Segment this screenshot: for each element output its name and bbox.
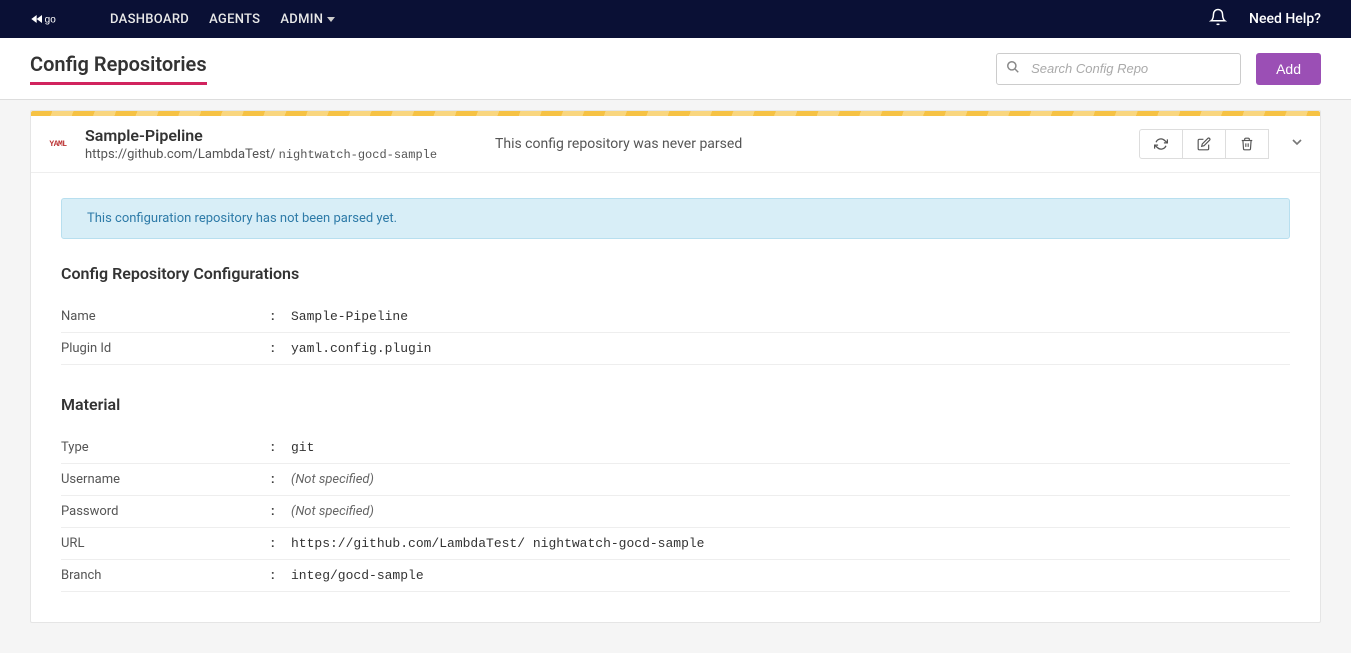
repo-actions [1139, 129, 1305, 159]
content: YAML Sample-Pipeline https://github.com/… [0, 100, 1351, 653]
repo-header: YAML Sample-Pipeline https://github.com/… [31, 116, 1320, 173]
nav-links: DASHBOARD AGENTS ADMIN [110, 12, 1209, 27]
repo-parse-status: This config repository was never parsed [495, 136, 1124, 152]
kv-value: Sample-Pipeline [291, 309, 1290, 324]
navbar: go DASHBOARD AGENTS ADMIN Need Help? [0, 0, 1351, 38]
gocd-logo[interactable]: go [30, 9, 70, 29]
svg-text:go: go [45, 14, 57, 25]
material-section-title: Material [61, 395, 1290, 414]
config-row-name: Name : Sample-Pipeline [61, 301, 1290, 333]
refresh-button[interactable] [1139, 129, 1183, 159]
material-row-password: Password : (Not specified) [61, 496, 1290, 528]
config-table: Name : Sample-Pipeline Plugin Id : yaml.… [61, 301, 1290, 365]
kv-value: integ/gocd-sample [291, 568, 1290, 583]
kv-value: git [291, 440, 1290, 455]
info-banner: This configuration repository has not be… [61, 198, 1290, 239]
page-header: Config Repositories Add [0, 38, 1351, 100]
collapse-button[interactable] [1289, 134, 1305, 154]
refresh-icon [1154, 137, 1168, 151]
edit-icon [1197, 137, 1211, 151]
repo-meta: Sample-Pipeline https://github.com/Lambd… [85, 126, 480, 162]
nav-right: Need Help? [1209, 8, 1321, 30]
nav-dashboard[interactable]: DASHBOARD [110, 12, 189, 27]
nav-agents[interactable]: AGENTS [209, 12, 260, 27]
repo-body: This configuration repository has not be… [31, 173, 1320, 622]
search-icon [1006, 60, 1020, 78]
header-actions: Add [996, 53, 1321, 85]
chevron-down-icon [1289, 134, 1305, 150]
kv-value: yaml.config.plugin [291, 341, 1290, 356]
edit-button[interactable] [1182, 129, 1226, 159]
repo-card: YAML Sample-Pipeline https://github.com/… [30, 110, 1321, 623]
kv-key: Password [61, 504, 271, 519]
kv-key: Branch [61, 568, 271, 583]
delete-button[interactable] [1225, 129, 1269, 159]
caret-down-icon [327, 15, 335, 23]
kv-key: Name [61, 309, 271, 324]
config-section-title: Config Repository Configurations [61, 264, 1290, 283]
config-row-plugin: Plugin Id : yaml.config.plugin [61, 333, 1290, 365]
kv-key: Username [61, 472, 271, 487]
material-row-url: URL : https://github.com/LambdaTest/ nig… [61, 528, 1290, 560]
kv-value: (Not specified) [291, 472, 1290, 487]
kv-value: https://github.com/LambdaTest/ nightwatc… [291, 536, 1290, 551]
repo-url: https://github.com/LambdaTest/ nightwatc… [85, 147, 480, 162]
material-row-type: Type : git [61, 432, 1290, 464]
kv-key: URL [61, 536, 271, 551]
kv-value: (Not specified) [291, 504, 1290, 519]
material-row-branch: Branch : integ/gocd-sample [61, 560, 1290, 592]
repo-name: Sample-Pipeline [85, 126, 480, 145]
nav-admin[interactable]: ADMIN [280, 12, 335, 27]
search-input[interactable] [996, 53, 1241, 85]
kv-key: Type [61, 440, 271, 455]
material-row-username: Username : (Not specified) [61, 464, 1290, 496]
search-wrap [996, 53, 1241, 85]
bell-icon[interactable] [1209, 8, 1227, 30]
trash-icon [1240, 137, 1254, 151]
material-table: Type : git Username : (Not specified) Pa… [61, 432, 1290, 592]
yaml-icon: YAML [46, 140, 70, 149]
add-button[interactable]: Add [1256, 53, 1321, 85]
kv-key: Plugin Id [61, 341, 271, 356]
need-help-link[interactable]: Need Help? [1249, 11, 1321, 27]
page-title: Config Repositories [30, 52, 207, 85]
